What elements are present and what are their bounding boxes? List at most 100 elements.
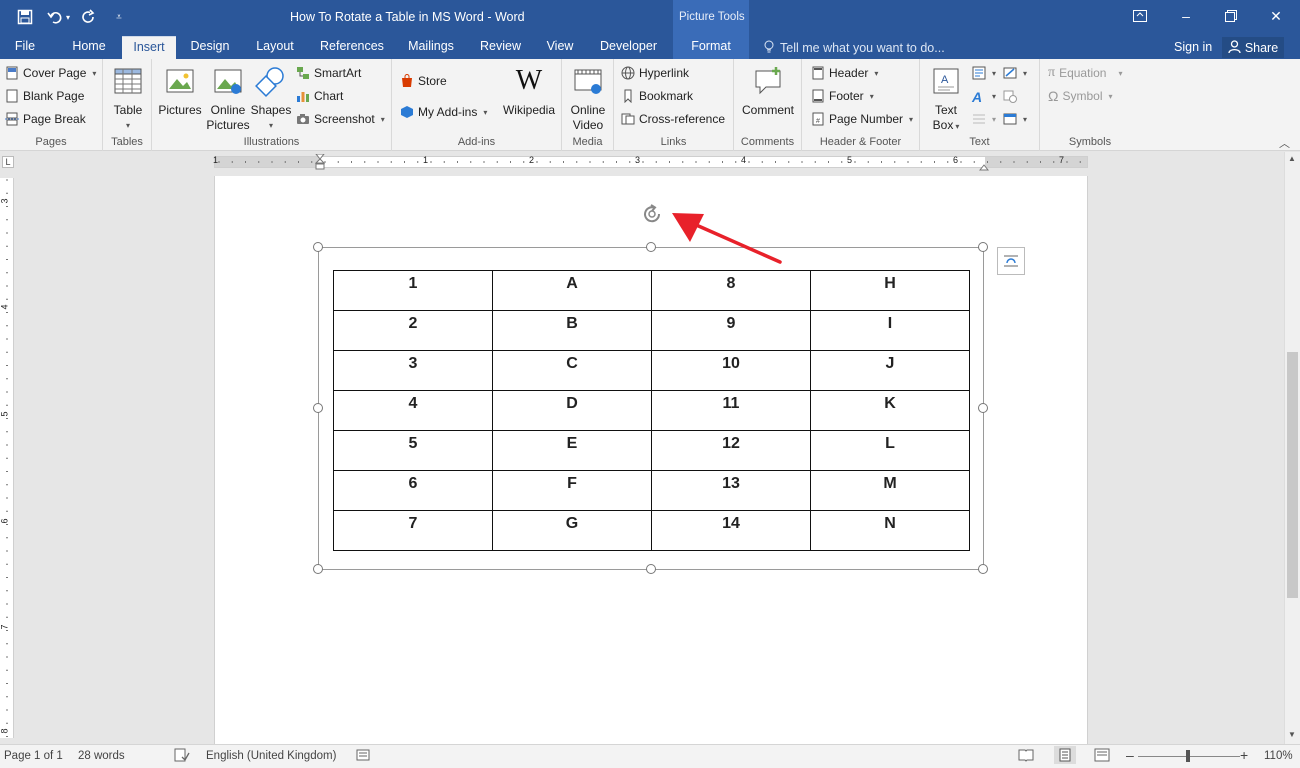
signature-line-button[interactable]: ▾ xyxy=(1003,63,1027,83)
table-cell[interactable]: B xyxy=(492,310,652,351)
table-cell[interactable]: 10 xyxy=(651,350,811,391)
resize-handle-right[interactable] xyxy=(978,403,988,413)
customize-qat-icon[interactable]: ⩡ xyxy=(108,6,130,28)
resize-handle-left[interactable] xyxy=(313,403,323,413)
resize-handle-top-left[interactable] xyxy=(313,242,323,252)
resize-handle-top[interactable] xyxy=(646,242,656,252)
cover-page-button[interactable]: Cover Page ▾ xyxy=(5,63,96,83)
wordart-button[interactable]: A ▾ xyxy=(972,86,996,106)
table-cell[interactable]: 4 xyxy=(333,390,493,431)
symbol-button[interactable]: Ω Symbol ▾ xyxy=(1048,86,1113,106)
table-cell[interactable]: A xyxy=(492,270,652,311)
tab-layout[interactable]: Layout xyxy=(255,36,295,59)
minimize-icon[interactable]: – xyxy=(1174,6,1198,26)
read-mode-icon[interactable] xyxy=(1018,748,1034,765)
zoom-level[interactable]: 110% xyxy=(1264,750,1293,762)
tab-developer[interactable]: Developer xyxy=(600,36,657,59)
restore-icon[interactable] xyxy=(1219,6,1243,26)
data-table[interactable]: 1 A 8 H 2 B 9 I 3 C 10 J 4 D 11 K 5 E 12… xyxy=(333,270,970,551)
page-break-button[interactable]: Page Break xyxy=(5,109,86,129)
table-cell[interactable]: N xyxy=(810,510,970,551)
table-cell[interactable]: 13 xyxy=(651,470,811,511)
table-cell[interactable]: 11 xyxy=(651,390,811,431)
horizontal-ruler[interactable]: 1 1 2 3 4 5 6 7 xyxy=(213,153,1088,171)
page-count[interactable]: Page 1 of 1 xyxy=(4,750,63,762)
zoom-in-icon[interactable]: + xyxy=(1240,747,1248,763)
resize-handle-bottom-left[interactable] xyxy=(313,564,323,574)
resize-handle-bottom[interactable] xyxy=(646,564,656,574)
tab-design[interactable]: Design xyxy=(190,36,230,59)
table-button[interactable]: Table ▾ xyxy=(111,65,145,133)
redo-icon[interactable] xyxy=(78,6,100,28)
proofing-icon[interactable] xyxy=(174,748,190,765)
store-button[interactable]: Store xyxy=(400,71,447,91)
tab-mailings[interactable]: Mailings xyxy=(406,36,456,59)
table-cell[interactable]: 12 xyxy=(651,430,811,471)
table-cell[interactable]: 8 xyxy=(651,270,811,311)
table-cell[interactable]: M xyxy=(810,470,970,511)
zoom-slider-thumb[interactable] xyxy=(1186,750,1190,762)
web-layout-icon[interactable] xyxy=(1094,748,1110,765)
indent-marker[interactable] xyxy=(314,153,326,173)
quick-parts-button[interactable]: ▾ xyxy=(972,63,996,83)
share-button[interactable]: Share xyxy=(1222,37,1284,58)
pictures-button[interactable]: Pictures xyxy=(158,65,202,118)
tab-home[interactable]: Home xyxy=(70,36,108,59)
table-cell[interactable]: 7 xyxy=(333,510,493,551)
table-cell[interactable]: E xyxy=(492,430,652,471)
zoom-out-icon[interactable]: – xyxy=(1126,747,1134,763)
online-video-button[interactable]: Online Video xyxy=(566,65,610,133)
table-cell[interactable]: J xyxy=(810,350,970,391)
page-number-button[interactable]: # Page Number ▾ xyxy=(811,109,913,129)
table-cell[interactable]: 14 xyxy=(651,510,811,551)
table-cell[interactable]: L xyxy=(810,430,970,471)
table-cell[interactable]: 2 xyxy=(333,310,493,351)
table-cell[interactable]: H xyxy=(810,270,970,311)
scroll-up-icon[interactable]: ▲ xyxy=(1288,154,1296,163)
save-icon[interactable] xyxy=(14,6,36,28)
date-time-button[interactable] xyxy=(1003,86,1017,106)
right-indent-marker[interactable] xyxy=(978,160,990,174)
sign-in-link[interactable]: Sign in xyxy=(1174,40,1212,54)
layout-options-icon[interactable] xyxy=(997,247,1025,275)
table-cell[interactable]: G xyxy=(492,510,652,551)
object-button[interactable]: ▾ xyxy=(1003,109,1027,129)
table-cell[interactable]: 6 xyxy=(333,470,493,511)
collapse-ribbon-icon[interactable]: ︿ xyxy=(1279,135,1290,151)
tab-format[interactable]: Format xyxy=(673,36,749,59)
screenshot-button[interactable]: Screenshot ▾ xyxy=(296,109,385,129)
table-cell[interactable]: F xyxy=(492,470,652,511)
close-icon[interactable]: ✕ xyxy=(1264,6,1288,26)
smartart-button[interactable]: SmartArt xyxy=(296,63,361,83)
scroll-down-icon[interactable]: ▼ xyxy=(1288,730,1296,739)
table-cell[interactable]: D xyxy=(492,390,652,431)
drop-cap-button[interactable]: ▾ xyxy=(972,109,996,129)
undo-dropdown-icon[interactable]: ▾ xyxy=(62,6,74,28)
header-button[interactable]: Header ▾ xyxy=(811,63,878,83)
tab-insert[interactable]: Insert xyxy=(122,36,176,59)
tab-references[interactable]: References xyxy=(320,36,384,59)
resize-handle-bottom-right[interactable] xyxy=(978,564,988,574)
online-pictures-button[interactable]: Online Pictures xyxy=(206,65,250,133)
tab-view[interactable]: View xyxy=(545,36,575,59)
blank-page-button[interactable]: Blank Page xyxy=(5,86,84,106)
text-box-button[interactable]: A Text Box ▾ xyxy=(928,65,964,134)
rotate-handle-icon[interactable] xyxy=(640,202,666,229)
tell-me-box[interactable]: Tell me what you want to do... xyxy=(764,40,945,56)
table-cell[interactable]: I xyxy=(810,310,970,351)
table-cell[interactable]: 9 xyxy=(651,310,811,351)
tab-selector[interactable]: L xyxy=(2,156,14,168)
table-cell[interactable]: 5 xyxy=(333,430,493,471)
tab-review[interactable]: Review xyxy=(480,36,521,59)
resize-handle-top-right[interactable] xyxy=(978,242,988,252)
equation-button[interactable]: π Equation ▾ xyxy=(1048,63,1122,83)
vertical-scrollbar[interactable]: ▲ ▼ xyxy=(1284,152,1300,744)
table-cell[interactable]: C xyxy=(492,350,652,391)
tab-file[interactable]: File xyxy=(14,36,36,59)
hyperlink-button[interactable]: Hyperlink xyxy=(621,63,689,83)
macro-recording-icon[interactable] xyxy=(356,748,370,765)
vertical-ruler[interactable]: 3 4 5 6 7 8 xyxy=(0,178,14,738)
comment-button[interactable]: Comment xyxy=(738,65,798,118)
language[interactable]: English (United Kingdom) xyxy=(206,750,336,762)
shapes-button[interactable]: Shapes ▾ xyxy=(251,65,291,133)
